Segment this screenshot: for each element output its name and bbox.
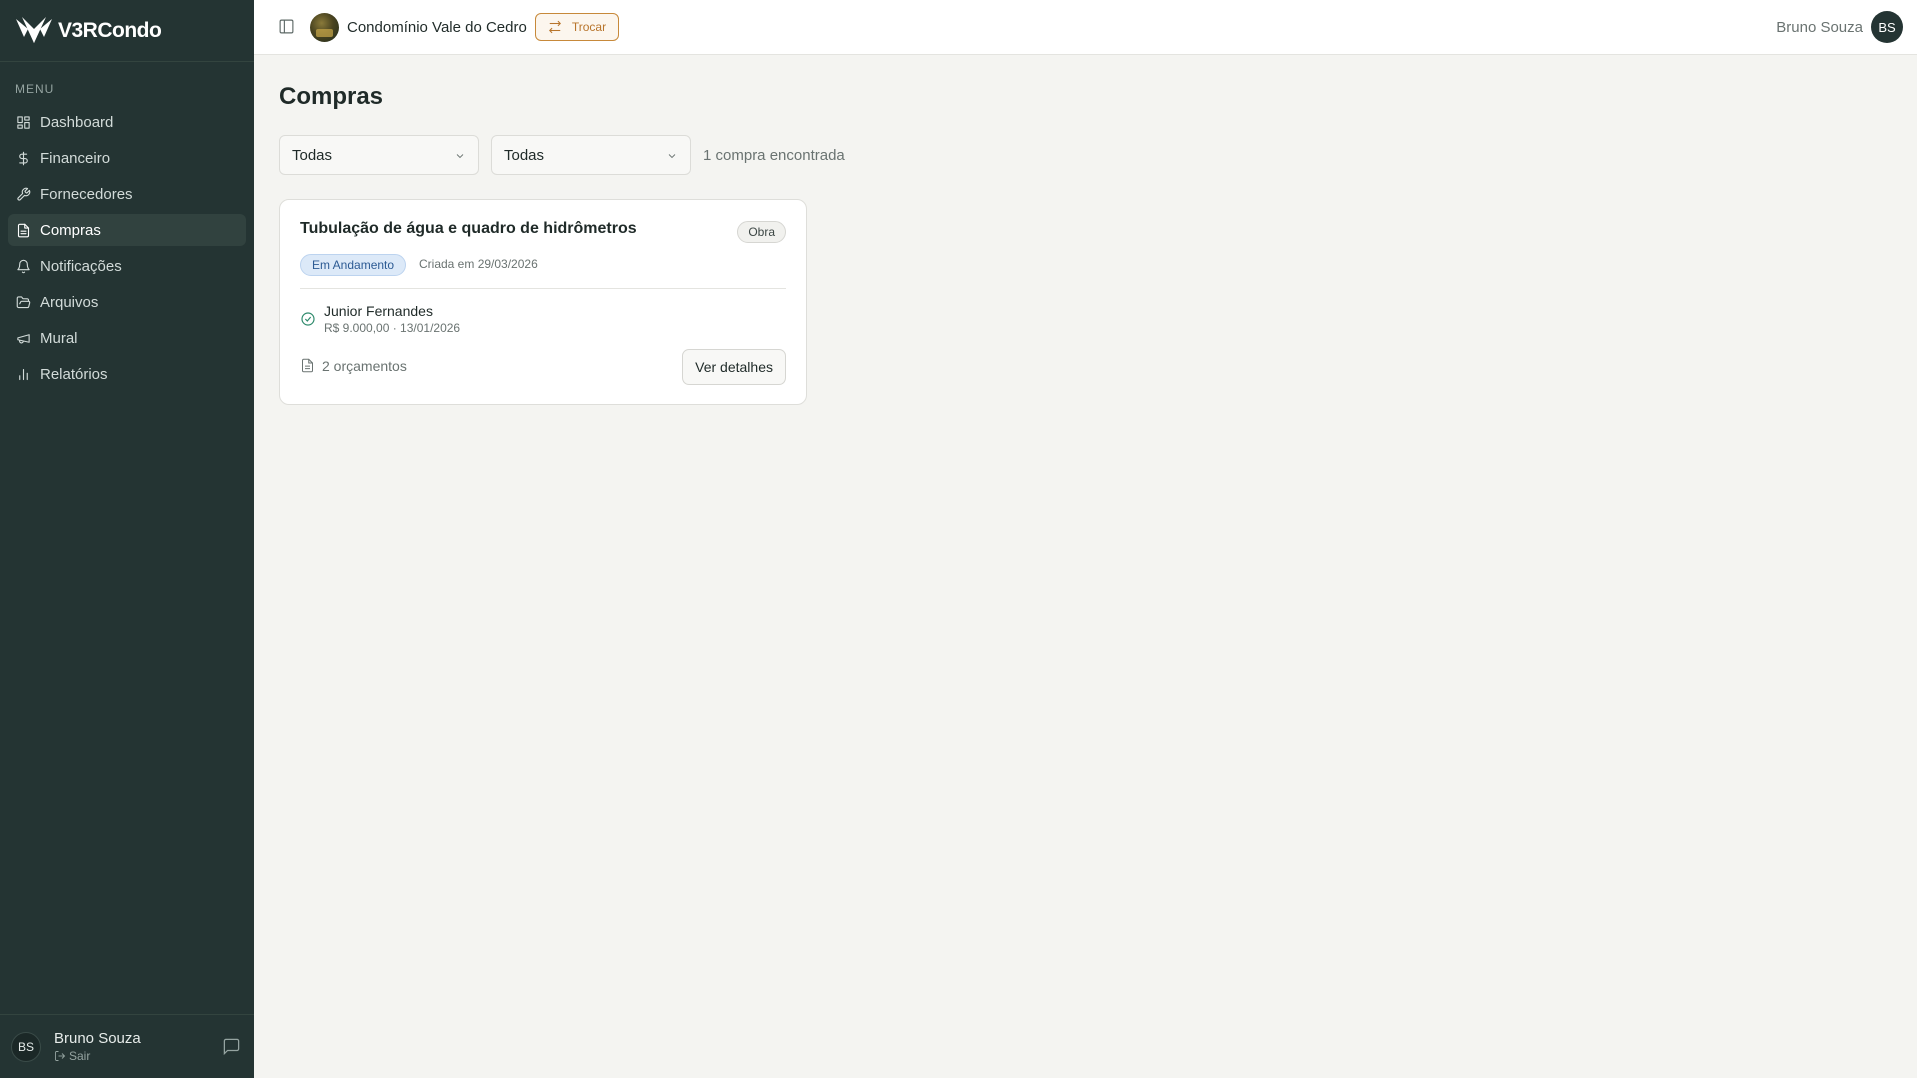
bar-chart-icon bbox=[15, 366, 31, 382]
bell-icon bbox=[15, 258, 31, 274]
wrench-icon bbox=[15, 186, 31, 202]
created-date: Criada em 29/03/2026 bbox=[419, 257, 538, 271]
sidebar-item-label: Financeiro bbox=[40, 149, 111, 167]
condo-name: Condomínio Vale do Cedro bbox=[347, 18, 527, 36]
logo-mark-icon bbox=[16, 16, 52, 43]
user-name: Bruno Souza bbox=[1776, 18, 1863, 36]
logout-label: Sair bbox=[69, 1049, 91, 1063]
sidebar-item-financeiro[interactable]: Financeiro bbox=[8, 142, 246, 174]
logout-icon bbox=[55, 1051, 66, 1061]
select-value: Todas bbox=[292, 146, 333, 164]
dashboard-icon bbox=[15, 114, 31, 130]
sidebar-item-label: Mural bbox=[40, 329, 78, 347]
brand-logo[interactable]: V3RCondo bbox=[0, 0, 254, 62]
brand-name: V3RCondo bbox=[58, 18, 162, 42]
avatar[interactable]: BS bbox=[1871, 11, 1903, 43]
sidebar-item-notificacoes[interactable]: Notificações bbox=[8, 250, 246, 282]
page-title: Compras bbox=[279, 83, 384, 110]
condo-avatar bbox=[310, 12, 339, 42]
card-divider bbox=[300, 288, 786, 289]
result-count: 1 compra encontrada bbox=[703, 147, 845, 164]
check-circle-icon bbox=[300, 311, 316, 327]
category-filter-select[interactable]: Todas bbox=[491, 135, 691, 175]
status-filter-select[interactable]: Todas bbox=[279, 135, 479, 175]
sidebar-item-label: Arquivos bbox=[40, 293, 99, 311]
view-details-button[interactable]: Ver detalhes bbox=[682, 349, 786, 385]
sidebar-item-relatorios[interactable]: Relatórios bbox=[8, 358, 246, 390]
sidebar-user-info: Bruno Souza Sair bbox=[54, 1030, 141, 1063]
avatar: BS bbox=[11, 1031, 41, 1062]
sidebar-item-dashboard[interactable]: Dashboard bbox=[8, 106, 246, 138]
sidebar-item-fornecedores[interactable]: Fornecedores bbox=[8, 178, 246, 210]
selected-supplier: Junior Fernandes bbox=[324, 303, 433, 319]
switch-condo-label: Trocar bbox=[571, 20, 607, 34]
sidebar-user-footer: BS Bruno Souza Sair bbox=[0, 1014, 254, 1078]
document-icon bbox=[300, 358, 316, 374]
megaphone-icon bbox=[15, 330, 31, 346]
supplier-meta: R$ 9.000,00 · 13/01/2026 bbox=[324, 321, 461, 335]
sidebar-item-label: Dashboard bbox=[40, 113, 114, 131]
document-icon bbox=[15, 222, 31, 238]
type-badge: Obra bbox=[737, 221, 786, 243]
purchase-title: Tubulação de água e quadro de hidrômetro… bbox=[300, 220, 637, 237]
sidebar-item-arquivos[interactable]: Arquivos bbox=[8, 286, 246, 318]
top-header: Condomínio Vale do Cedro Trocar Bruno So… bbox=[254, 0, 1917, 55]
logout-link[interactable]: Sair bbox=[54, 1049, 141, 1063]
folder-icon bbox=[15, 294, 31, 310]
chevron-down-icon bbox=[454, 149, 466, 161]
status-badge: Em Andamento bbox=[300, 254, 407, 276]
sidebar-item-label: Compras bbox=[40, 221, 101, 239]
sidebar: V3RCondo MENU Dashboard Financeiro Forne… bbox=[0, 0, 254, 1078]
sidebar-item-mural[interactable]: Mural bbox=[8, 322, 246, 354]
sidebar-item-label: Relatórios bbox=[40, 365, 108, 383]
arrows-swap-icon bbox=[548, 20, 561, 34]
quotes-count: 2 orçamentos bbox=[322, 358, 407, 374]
sidebar-item-label: Fornecedores bbox=[40, 185, 133, 203]
menu-label: MENU bbox=[15, 82, 55, 96]
select-value: Todas bbox=[504, 146, 545, 164]
sidebar-toggle-icon[interactable] bbox=[278, 18, 296, 36]
user-menu[interactable]: Bruno Souza BS bbox=[1776, 11, 1903, 43]
sidebar-user-name: Bruno Souza bbox=[54, 1030, 141, 1047]
sidebar-item-label: Notificações bbox=[40, 257, 122, 275]
sidebar-item-compras[interactable]: Compras bbox=[8, 214, 246, 246]
dollar-icon bbox=[15, 150, 31, 166]
chat-icon[interactable] bbox=[222, 1037, 242, 1057]
chevron-down-icon bbox=[666, 149, 678, 161]
switch-condo-button[interactable]: Trocar bbox=[534, 13, 620, 41]
purchase-card: Tubulação de água e quadro de hidrômetro… bbox=[279, 199, 807, 405]
sidebar-nav: Dashboard Financeiro Fornecedores Compra… bbox=[0, 106, 254, 390]
